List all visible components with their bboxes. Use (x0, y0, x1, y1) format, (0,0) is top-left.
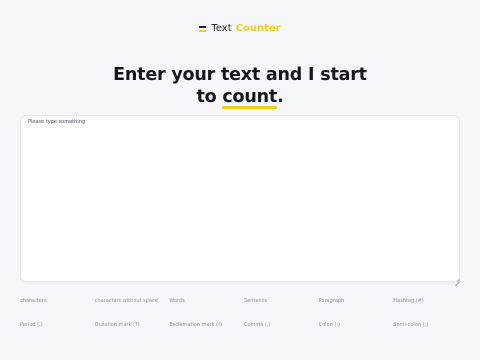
stat-characters: characters (20, 298, 47, 304)
stat-period: Period (.) (20, 322, 43, 328)
stat-hashtag: Hashtag (#) (393, 298, 424, 304)
text-input-area[interactable] (20, 115, 460, 282)
hero-highlight-word: count (222, 87, 278, 109)
hero-heading: Enter your text and I start to count. (0, 64, 480, 109)
stat-question-mark: Question mark (?) (94, 322, 140, 328)
stat-semi-colon: Semi-colon (;) (393, 322, 429, 328)
hero-line-2-suffix: . (277, 87, 284, 107)
hero-line-1: Enter your text and I start (113, 65, 367, 85)
stats-row-2: Period (.) Question mark (?) Exclamation… (20, 322, 468, 329)
hero-line-2: to count. (0, 86, 480, 109)
stat-comma: Comma (,) (243, 322, 271, 328)
stat-words: Words (169, 298, 185, 304)
app-logo: Text Counter (0, 23, 480, 35)
stat-colon: Colon (:) (318, 322, 340, 328)
stat-exclamation-mark: Exclamation mark (!) (169, 322, 223, 328)
logo-word-text: Text (211, 23, 232, 34)
hero-line-2-prefix: to (196, 87, 217, 107)
logo-word-counter: Counter (235, 23, 281, 34)
stat-characters-without-space: characters without space (94, 298, 158, 304)
stat-sentence: Sentence (243, 298, 268, 304)
text-lines-icon (199, 25, 207, 33)
stat-paragraph: Paragraph (318, 298, 345, 304)
page: Text Counter Enter your text and I start… (0, 0, 480, 360)
stats-row-1: characters characters without space Word… (20, 298, 468, 305)
